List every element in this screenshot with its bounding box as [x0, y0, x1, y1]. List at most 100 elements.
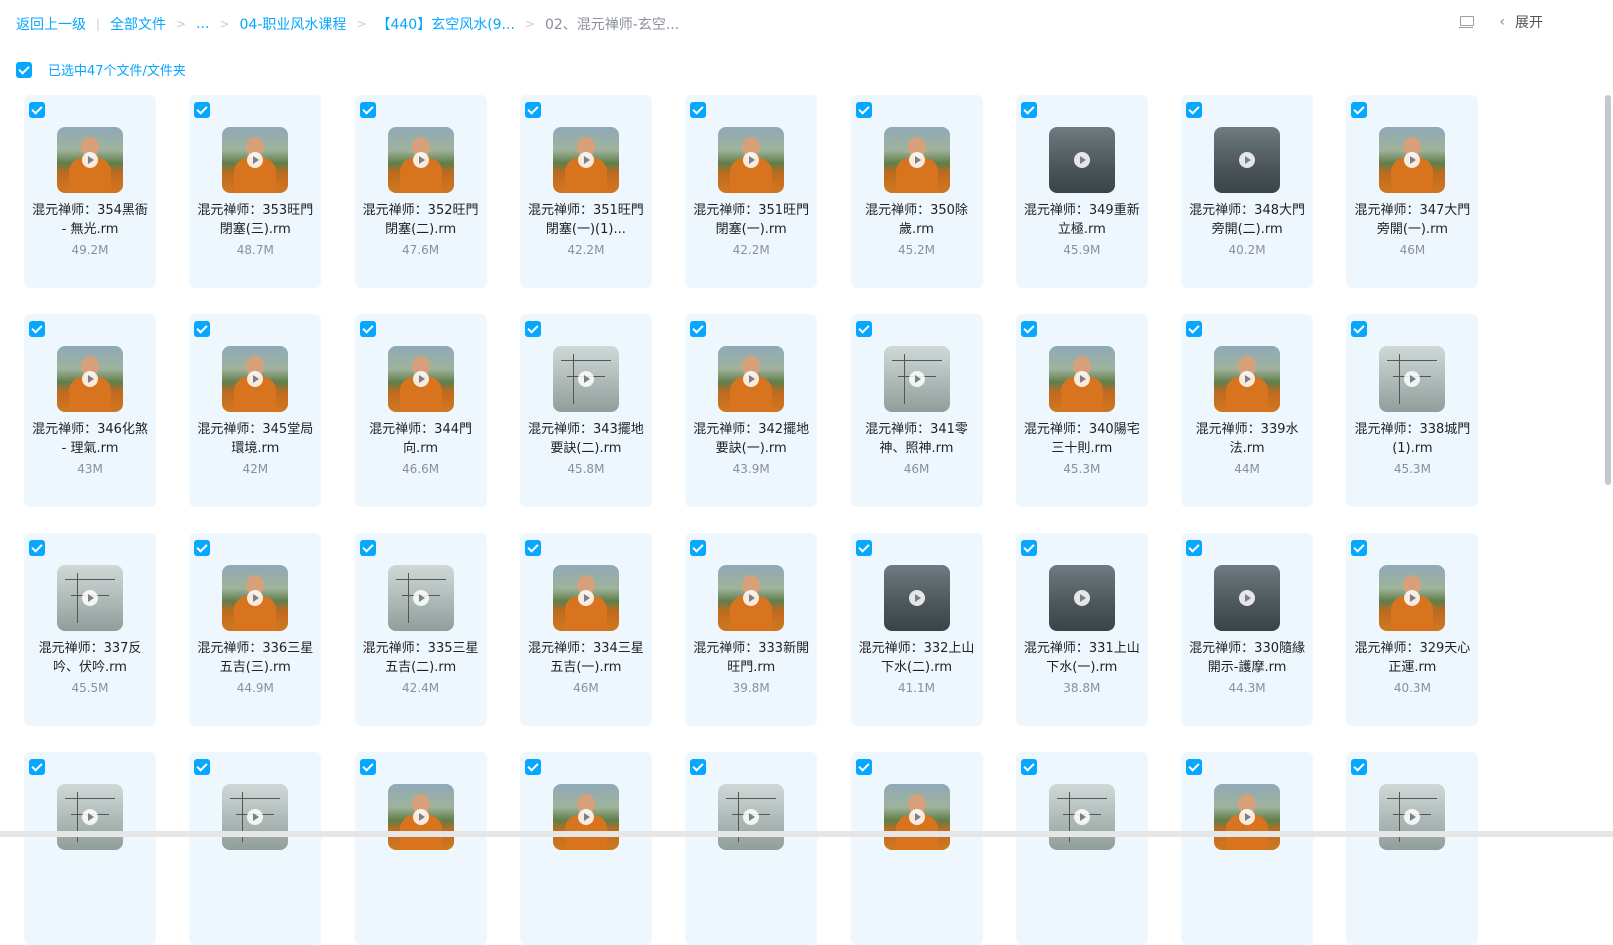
video-thumbnail[interactable]	[718, 565, 785, 631]
file-name[interactable]: 混元禅师：333新開旺門.rm	[693, 639, 809, 677]
video-thumbnail[interactable]	[387, 565, 454, 631]
file-checkbox[interactable]	[1020, 540, 1037, 556]
file-card[interactable]: 混元禅师：348大門旁開(二).rm 40.2M	[1181, 95, 1314, 288]
file-card[interactable]: 混元禅师：350除歲.rm 45.2M	[850, 95, 983, 288]
file-name[interactable]: 混元禅师：331上山下水(一).rm	[1024, 639, 1140, 677]
file-card[interactable]: 混元禅师：330隨緣開示-護摩.rm 44.3M	[1181, 533, 1314, 726]
breadcrumb-ellipsis[interactable]: ...	[196, 16, 209, 32]
doc-icon[interactable]	[1459, 15, 1475, 29]
file-checkbox[interactable]	[29, 540, 45, 556]
file-name[interactable]: 混元禅师：346化煞 - 理氣.rm	[32, 420, 148, 458]
breadcrumb-item-xuankong[interactable]: 【440】玄空风水(9...	[376, 14, 514, 34]
file-card[interactable]: 混元禅师：334三星五吉(一).rm 46M	[519, 533, 652, 726]
file-card[interactable]: 混元禅师：331上山下水(一).rm 38.8M	[1015, 533, 1148, 726]
file-checkbox[interactable]	[1351, 759, 1368, 775]
file-name[interactable]: 混元禅师：343擺地要訣(二).rm	[528, 420, 644, 458]
breadcrumb-all-files[interactable]: 全部文件	[110, 14, 166, 34]
file-checkbox[interactable]	[1186, 321, 1203, 337]
file-name[interactable]: 混元禅师：334三星五吉(一).rm	[528, 639, 644, 677]
file-checkbox[interactable]	[855, 759, 872, 775]
video-thumbnail[interactable]	[718, 784, 785, 850]
file-checkbox[interactable]	[1186, 102, 1203, 118]
file-checkbox[interactable]	[855, 321, 872, 337]
file-name[interactable]: 混元禅师：349重新立極.rm	[1024, 201, 1140, 239]
file-checkbox[interactable]	[1020, 759, 1037, 775]
file-checkbox[interactable]	[359, 540, 376, 556]
video-thumbnail[interactable]	[222, 565, 289, 631]
file-card[interactable]: 混元禅师：347大門旁開(一).rm 46M	[1346, 95, 1479, 288]
video-thumbnail[interactable]	[57, 127, 123, 193]
video-thumbnail[interactable]	[1379, 127, 1446, 193]
file-name[interactable]: 混元禅师：354黑衙 - 無光.rm	[32, 201, 148, 239]
file-name[interactable]: 混元禅师：339水法.rm	[1189, 420, 1305, 458]
file-checkbox[interactable]	[690, 759, 707, 775]
file-checkbox[interactable]	[690, 321, 707, 337]
file-checkbox[interactable]	[194, 102, 211, 118]
file-card[interactable]: 混元禅师：341零神、照神.rm 46M	[850, 314, 983, 507]
file-name[interactable]: 混元禅师：342擺地要訣(一).rm	[693, 420, 809, 458]
file-checkbox[interactable]	[690, 540, 707, 556]
video-thumbnail[interactable]	[1214, 346, 1281, 412]
file-checkbox[interactable]	[194, 540, 211, 556]
file-card[interactable]	[24, 752, 156, 945]
breadcrumb-item-course[interactable]: 04-职业风水课程	[240, 14, 347, 34]
file-name[interactable]: 混元禅师：344門向.rm	[363, 420, 479, 458]
video-thumbnail[interactable]	[552, 565, 619, 631]
file-card[interactable]: 混元禅师：349重新立極.rm 45.9M	[1015, 95, 1148, 288]
file-card[interactable]	[685, 752, 818, 945]
video-thumbnail[interactable]	[1048, 346, 1115, 412]
file-checkbox[interactable]	[359, 759, 376, 775]
video-thumbnail[interactable]	[387, 784, 454, 850]
video-thumbnail[interactable]	[222, 127, 289, 193]
file-checkbox[interactable]	[1020, 102, 1037, 118]
file-checkbox[interactable]	[1351, 540, 1368, 556]
file-name[interactable]: 混元禅师：351旺門閉塞(一)(1)...	[528, 201, 644, 239]
file-card[interactable]	[1181, 752, 1314, 945]
video-thumbnail[interactable]	[1048, 784, 1115, 850]
file-checkbox[interactable]	[359, 102, 376, 118]
file-card[interactable]: 混元禅师：351旺門閉塞(一).rm 42.2M	[685, 95, 818, 288]
file-card[interactable]: 混元禅师：346化煞 - 理氣.rm 43M	[24, 314, 156, 507]
video-thumbnail[interactable]	[222, 346, 289, 412]
file-card[interactable]: 混元禅师：336三星五吉(三).rm 44.9M	[189, 533, 322, 726]
file-checkbox[interactable]	[524, 759, 541, 775]
file-name[interactable]: 混元禅师：336三星五吉(三).rm	[197, 639, 313, 677]
video-thumbnail[interactable]	[552, 784, 619, 850]
video-thumbnail[interactable]	[883, 565, 950, 631]
horizontal-scrollbar[interactable]	[0, 831, 1613, 837]
file-checkbox[interactable]	[1186, 759, 1203, 775]
video-thumbnail[interactable]	[57, 784, 123, 850]
file-checkbox[interactable]	[1351, 102, 1368, 118]
file-card[interactable]: 混元禅师：353旺門閉塞(三).rm 48.7M	[189, 95, 322, 288]
file-card[interactable]: 混元禅师：337反吟、伏吟.rm 45.5M	[24, 533, 156, 726]
file-card[interactable]: 混元禅师：338城門(1).rm 45.3M	[1346, 314, 1479, 507]
file-checkbox[interactable]	[29, 759, 45, 775]
video-thumbnail[interactable]	[387, 346, 454, 412]
file-checkbox[interactable]	[194, 321, 211, 337]
file-checkbox[interactable]	[194, 759, 211, 775]
file-checkbox[interactable]	[524, 540, 541, 556]
video-thumbnail[interactable]	[1379, 565, 1446, 631]
file-card[interactable]: 混元禅师：345堂局環境.rm 42M	[189, 314, 322, 507]
file-checkbox[interactable]	[855, 540, 872, 556]
file-name[interactable]: 混元禅师：353旺門閉塞(三).rm	[197, 201, 313, 239]
video-thumbnail[interactable]	[883, 127, 950, 193]
video-thumbnail[interactable]	[883, 346, 950, 412]
video-thumbnail[interactable]	[57, 565, 123, 631]
video-thumbnail[interactable]	[883, 784, 950, 850]
file-card[interactable]: 混元禅师：351旺門閉塞(一)(1)... 42.2M	[519, 95, 652, 288]
file-checkbox[interactable]	[1186, 540, 1203, 556]
file-name[interactable]: 混元禅师：351旺門閉塞(一).rm	[693, 201, 809, 239]
file-checkbox[interactable]	[690, 102, 707, 118]
video-thumbnail[interactable]	[57, 346, 123, 412]
file-checkbox[interactable]	[855, 102, 872, 118]
file-card[interactable]: 混元禅师：332上山下水(二).rm 41.1M	[850, 533, 983, 726]
file-name[interactable]: 混元禅师：350除歲.rm	[859, 201, 975, 239]
file-card[interactable]: 混元禅师：352旺門閉塞(二).rm 47.6M	[354, 95, 487, 288]
file-name[interactable]: 混元禅师：338城門(1).rm	[1354, 420, 1470, 458]
file-card[interactable]: 混元禅师：333新開旺門.rm 39.8M	[685, 533, 818, 726]
file-name[interactable]: 混元禅师：348大門旁開(二).rm	[1189, 201, 1305, 239]
video-thumbnail[interactable]	[1379, 346, 1446, 412]
file-checkbox[interactable]	[1351, 321, 1368, 337]
video-thumbnail[interactable]	[1048, 127, 1115, 193]
